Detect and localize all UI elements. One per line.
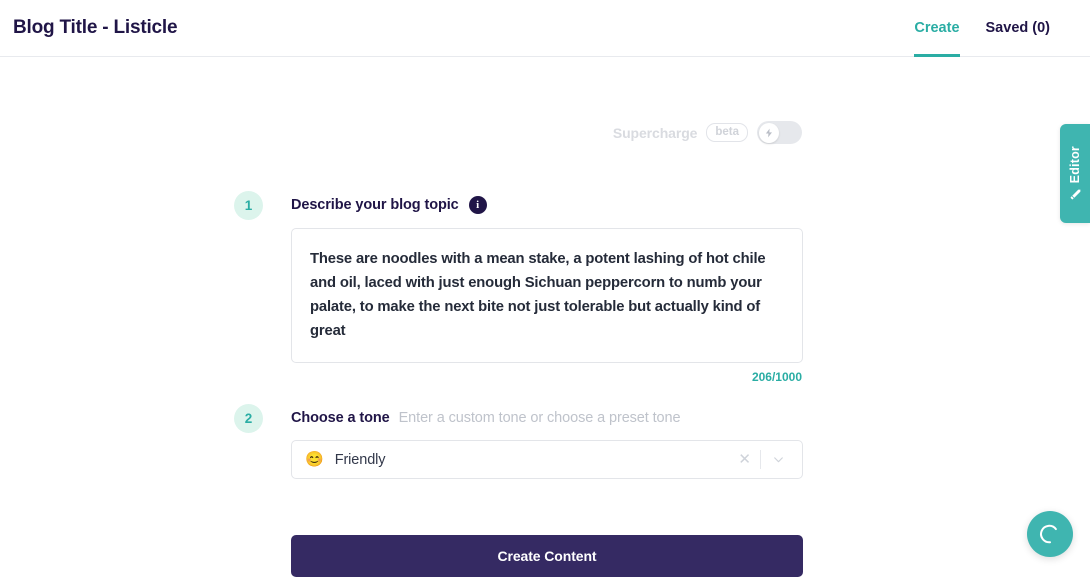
tab-create[interactable]: Create (914, 0, 960, 57)
tab-saved[interactable]: Saved (0) (986, 0, 1050, 56)
step-1-block: 1 Describe your blog topic i These are n… (234, 190, 803, 384)
step-1-header: 1 Describe your blog topic i (234, 190, 803, 220)
step-2-badge: 2 (234, 403, 263, 433)
topic-textarea-value: These are noodles with a mean stake, a p… (310, 251, 766, 339)
info-icon[interactable]: i (468, 196, 487, 214)
main-content: Supercharge beta 1 Describe your blog to… (0, 57, 1090, 577)
app-header: Blog Title - Listicle Create Saved (0) (0, 0, 1090, 57)
supercharge-label: Supercharge (612, 124, 698, 141)
supercharge-row: Supercharge beta (291, 57, 803, 144)
beta-badge: beta (706, 123, 748, 142)
tone-select[interactable]: 😊 Friendly ✕ (291, 440, 803, 479)
editor-side-tab-label: Editor (1068, 145, 1082, 184)
tab-create-label: Create (914, 20, 960, 36)
chat-widget-button[interactable] (1027, 511, 1073, 557)
supercharge-toggle[interactable] (757, 121, 802, 144)
tone-emoji-icon: 😊 (305, 451, 324, 468)
clear-icon[interactable]: ✕ (731, 452, 758, 467)
top-nav: Create Saved (0) (914, 0, 1076, 57)
create-content-button[interactable]: Create Content (291, 535, 803, 577)
pencil-icon (1070, 189, 1080, 200)
step-2-label: Choose a tone (291, 410, 390, 426)
step-1-label: Describe your blog topic (291, 197, 459, 213)
tab-saved-label: Saved (0) (985, 20, 1050, 36)
select-divider (760, 450, 761, 469)
toggle-knob (758, 122, 779, 143)
page-title: Blog Title - Listicle (13, 17, 178, 38)
step-2-header: 2 Choose a tone Enter a custom tone or c… (234, 403, 803, 433)
editor-side-tab[interactable]: Editor (1060, 124, 1090, 223)
topic-textarea[interactable]: These are noodles with a mean stake, a p… (291, 228, 803, 363)
create-form: Supercharge beta 1 Describe your blog to… (234, 57, 803, 577)
chevron-down-icon[interactable] (763, 453, 791, 466)
lightning-bolt-icon (765, 128, 772, 137)
step-1-badge: 1 (234, 190, 263, 220)
chat-widget-icon (1040, 524, 1057, 544)
step-2-block: 2 Choose a tone Enter a custom tone or c… (234, 403, 803, 479)
char-counter: 206/1000 (751, 370, 802, 384)
tone-select-value: Friendly (334, 451, 386, 468)
step-2-hint: Enter a custom tone or choose a preset t… (398, 410, 681, 426)
